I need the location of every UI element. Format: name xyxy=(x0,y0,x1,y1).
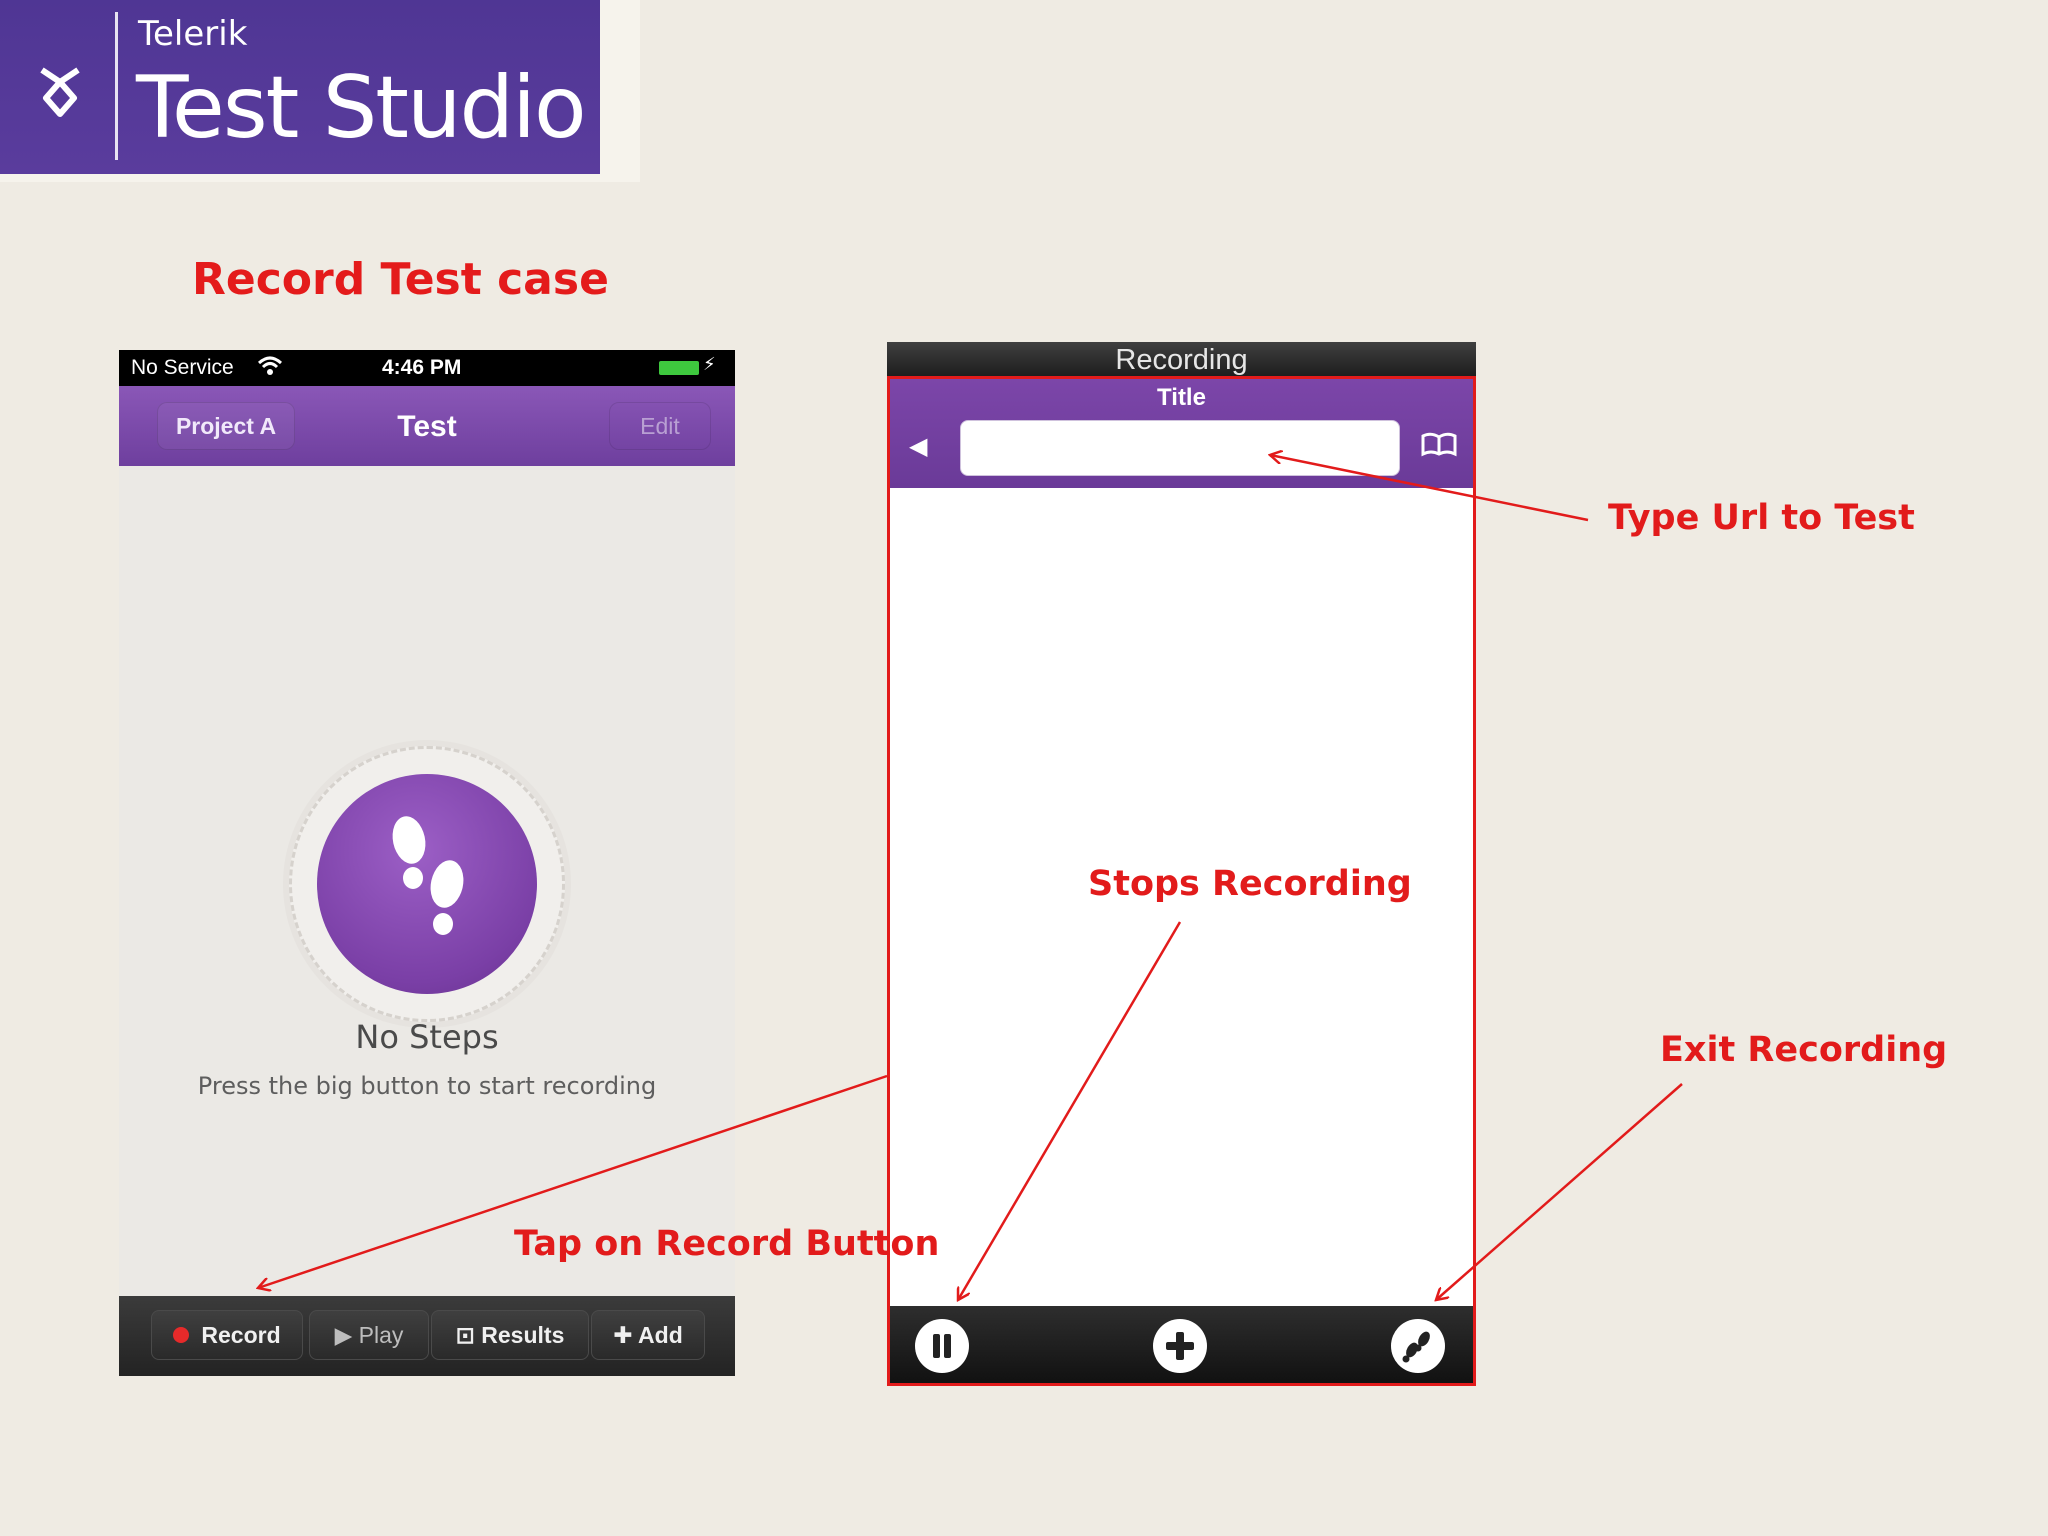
add-label: Add xyxy=(638,1322,683,1348)
wifi-icon xyxy=(257,356,283,375)
play-icon: ▶ xyxy=(334,1322,359,1348)
nav-title: Test xyxy=(397,410,457,443)
big-record-button[interactable] xyxy=(317,774,537,994)
empty-heading: No Steps xyxy=(355,1018,499,1056)
play-button[interactable]: ▶ Play xyxy=(309,1310,429,1360)
add-icon: ✚ xyxy=(613,1322,639,1348)
plus-icon xyxy=(1166,1332,1194,1360)
logo-product: Test Studio xyxy=(136,58,587,158)
add-button[interactable]: ✚ Add xyxy=(591,1310,705,1360)
play-label: Play xyxy=(358,1322,404,1348)
record-button[interactable]: Record xyxy=(151,1310,303,1360)
results-button[interactable]: ⊡ Results xyxy=(431,1310,589,1360)
results-icon: ⊡ xyxy=(455,1322,482,1348)
record-dot-icon xyxy=(173,1326,190,1343)
carrier-label: No Service xyxy=(131,356,234,379)
footsteps-icon xyxy=(392,816,464,935)
back-button[interactable]: Project A xyxy=(157,402,295,450)
logo-banner: Telerik Test Studio xyxy=(0,0,640,182)
url-input[interactable] xyxy=(960,420,1400,476)
pause-button[interactable] xyxy=(915,1319,969,1373)
status-time: 4:46 PM xyxy=(382,356,462,379)
footsteps-icon xyxy=(1402,1331,1430,1363)
annotation-tap-record: Tap on Record Button xyxy=(514,1224,940,1264)
edit-button[interactable]: Edit xyxy=(609,402,711,450)
back-arrow-icon[interactable]: ◀ xyxy=(909,432,927,461)
annotation-exit-recording: Exit Recording xyxy=(1660,1030,1948,1070)
exit-recording-button[interactable] xyxy=(1391,1319,1445,1373)
recording-header: Recording xyxy=(887,342,1476,378)
recording-controls xyxy=(887,1306,1476,1386)
bottom-toolbar: Record ▶ Play ⊡ Results ✚ Add xyxy=(119,1296,735,1376)
record-label: Record xyxy=(201,1322,281,1348)
nav-bar: Project A Test Edit xyxy=(119,386,735,466)
results-label: Results xyxy=(481,1322,565,1348)
bookmarks-icon[interactable] xyxy=(1419,430,1459,460)
browser-nav: Title ◀ xyxy=(887,378,1476,488)
add-step-button[interactable] xyxy=(1153,1319,1207,1373)
charging-icon: ⚡ xyxy=(703,354,716,374)
phone-test-screen: No Service 4:46 PM ⚡ Project A Test Edit… xyxy=(119,350,735,1376)
page-title: Title xyxy=(1157,384,1206,411)
telerik-logo-icon xyxy=(40,67,80,117)
logo-brand: Telerik xyxy=(138,14,248,54)
empty-hint: Press the big button to start recording xyxy=(197,1072,657,1100)
annotation-type-url: Type Url to Test xyxy=(1608,498,1915,538)
slide-title: Record Test case xyxy=(192,254,609,305)
pause-icon xyxy=(933,1334,951,1358)
logo-divider xyxy=(115,12,118,160)
battery-icon xyxy=(659,361,699,375)
annotation-stops-recording: Stops Recording xyxy=(1088,864,1412,904)
status-bar: No Service 4:46 PM ⚡ xyxy=(119,350,735,386)
